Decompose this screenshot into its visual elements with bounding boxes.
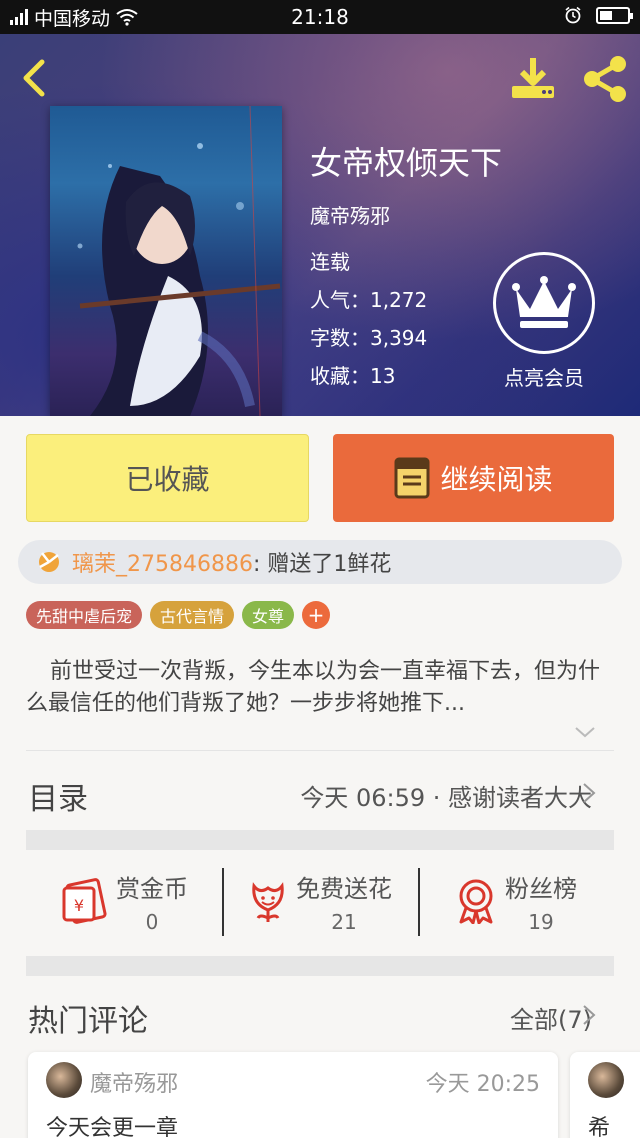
gift-banner[interactable]: 璃茉_275846886 : 赠送了1鲜花 <box>18 540 622 584</box>
stats-row: ¥ 赏金币 0 免费送花 21 粉丝榜 19 <box>26 864 614 938</box>
stat-value: 21 <box>331 909 357 934</box>
reward-coin-button[interactable]: ¥ 赏金币 0 <box>26 864 222 938</box>
all-comments-link[interactable]: 全部(7) <box>510 1000 592 1035</box>
tag-item[interactable]: 女尊 <box>242 601 295 629</box>
comment-card[interactable]: 魔帝殇邪 今天 20:25 今天会更一章 <box>28 1052 558 1138</box>
stat-name: 赏金币 <box>116 874 188 903</box>
chevron-right-icon[interactable] <box>582 1004 596 1026</box>
battery-icon <box>596 6 633 24</box>
book-description: 前世受过一次背叛，今生本以为会一直幸福下去，但为什么最信任的他们背叛了她？一步步… <box>26 659 601 716</box>
book-cover[interactable] <box>50 106 282 416</box>
stat-value: 0 <box>145 909 159 934</box>
alarm-icon <box>565 6 581 24</box>
section-divider <box>26 830 614 850</box>
chevron-right-icon <box>583 783 596 803</box>
divider <box>26 750 614 751</box>
send-flower-button[interactable]: 免费送花 21 <box>222 864 418 938</box>
book-word-count: 字数：3,394 <box>310 326 428 350</box>
medal-icon <box>459 879 493 924</box>
chevron-down-icon[interactable] <box>574 724 596 740</box>
comment-user[interactable]: 魔帝殇邪 <box>90 1066 178 1098</box>
stat-name: 粉丝榜 <box>505 874 577 903</box>
vip-label: 点亮会员 <box>504 366 584 390</box>
gift-sender[interactable]: 璃茉_275846886 <box>72 546 253 578</box>
share-icon[interactable] <box>580 54 630 104</box>
status-bar: 中国移动 21:18 <box>0 0 640 34</box>
continue-reading-button[interactable]: 继续阅读 <box>333 434 614 522</box>
favorite-label: 已收藏 <box>125 463 210 496</box>
section-divider <box>26 956 614 976</box>
flower-gift-icon <box>39 552 59 572</box>
latest-chapter: 今天 06:59 · 感谢读者大大 <box>300 784 592 812</box>
comment-card[interactable]: 希 <box>570 1052 640 1138</box>
add-tag-button[interactable]: + <box>302 601 331 629</box>
continue-reading-label: 继续阅读 <box>440 463 553 496</box>
fan-ranking-button[interactable]: 粉丝榜 19 <box>418 864 614 938</box>
favorite-button[interactable]: 已收藏 <box>26 434 309 522</box>
avatar[interactable] <box>46 1062 82 1098</box>
comment-time: 今天 20:25 <box>425 1072 540 1097</box>
book-favorites: 收藏：13 <box>310 364 396 388</box>
stat-value: 19 <box>528 909 554 934</box>
book-popularity: 人气：1,272 <box>310 288 428 312</box>
back-arrow-icon[interactable] <box>16 56 56 100</box>
comment-text: 希 <box>588 1116 611 1138</box>
avatar[interactable] <box>588 1062 624 1098</box>
hot-comments-label: 热门评论 <box>28 1004 148 1039</box>
tag-item[interactable]: 先甜中虐后宠 <box>26 601 143 629</box>
gift-message: : 赠送了1鲜花 <box>252 552 392 577</box>
tag-list: 先甜中虐后宠 古代言情 女尊 + <box>26 601 331 629</box>
red-envelope-coin-icon: ¥ <box>62 878 107 924</box>
cover-illustration <box>77 106 281 416</box>
tag-item[interactable]: 古代言情 <box>150 601 235 629</box>
vip-button[interactable]: 点亮会员 <box>492 252 596 391</box>
book-status: 连载 <box>310 250 350 274</box>
book-header: 女帝权倾天下 魔帝殇邪 连载 人气：1,272 字数：3,394 收藏：13 点… <box>0 34 640 416</box>
book-icon <box>394 457 430 499</box>
comment-text: 今天会更一章 <box>46 1116 179 1138</box>
svg-text:¥: ¥ <box>74 896 84 915</box>
crown-icon <box>512 276 576 328</box>
toc-label: 目录 <box>28 782 88 817</box>
vip-crown-badge <box>493 252 595 354</box>
clock: 21:18 <box>291 5 349 29</box>
book-author[interactable]: 魔帝殇邪 <box>310 200 390 229</box>
book-title: 女帝权倾天下 <box>310 144 503 182</box>
download-icon[interactable] <box>508 54 558 102</box>
stat-name: 免费送花 <box>296 874 392 903</box>
flower-icon <box>252 882 284 922</box>
